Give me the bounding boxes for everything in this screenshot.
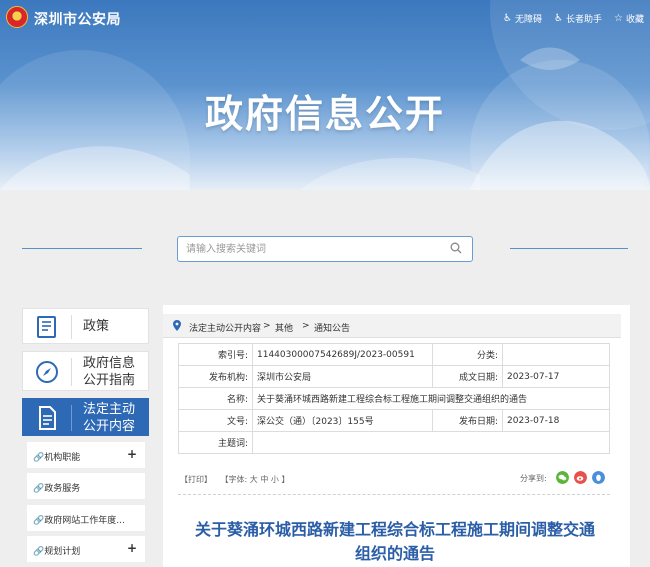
elder-assistant-link[interactable]: ♿ 长者助手 bbox=[554, 12, 602, 25]
section-divider bbox=[178, 494, 610, 495]
expand-icon[interactable]: + bbox=[127, 447, 137, 461]
subitem-label: 机构职能 bbox=[44, 453, 81, 463]
search-input[interactable] bbox=[186, 241, 436, 257]
sidebar-item-statutory-disclosure[interactable]: 法定主动 公开内容 bbox=[22, 398, 149, 436]
star-icon: ☆ bbox=[614, 13, 623, 24]
card-divider bbox=[71, 315, 72, 339]
label-line-2: 公开指南 bbox=[83, 373, 136, 388]
meta-label: 主题词: bbox=[178, 431, 253, 454]
meta-value: 关于葵涌环城西路新建工程综合标工程施工期间调整交通组织的通告 bbox=[252, 387, 610, 410]
meta-label: 成文日期: bbox=[432, 365, 503, 388]
meta-label: 发布机构: bbox=[178, 365, 253, 388]
font-size-medium-button[interactable]: 中 bbox=[260, 475, 268, 484]
article-title: 关于葵涌环城西路新建工程综合标工程施工期间调整交通 组织的通告 bbox=[172, 518, 618, 566]
font-size-large-button[interactable]: 大 bbox=[250, 475, 258, 484]
meta-label: 名称: bbox=[178, 387, 253, 410]
card-divider bbox=[71, 358, 72, 386]
label-line-2: 公开内容 bbox=[83, 419, 136, 434]
sidebar-item-disclosure-guide[interactable]: 政府信息 公开指南 bbox=[22, 351, 149, 391]
sidebar-item-label: 政策 bbox=[83, 319, 110, 334]
subitem-label: 规划计划 bbox=[44, 547, 81, 557]
book-icon bbox=[37, 316, 56, 338]
breadcrumb-item[interactable]: 通知公告 bbox=[314, 321, 350, 334]
meta-value bbox=[252, 431, 610, 454]
meta-value: 2023-07-18 bbox=[502, 409, 610, 432]
sidebar-subitem[interactable]: 🔗政务服务 bbox=[27, 473, 145, 499]
link-icon: 🔗 bbox=[33, 453, 45, 463]
print-button[interactable]: 【打印】 bbox=[180, 475, 212, 484]
site-name[interactable]: 深圳市公安局 bbox=[34, 9, 121, 29]
search-divider-right bbox=[510, 248, 628, 249]
top-bar: 深圳市公安局 ♿ 无障碍 ♿ 长者助手 ☆ 收藏 bbox=[0, 0, 650, 40]
sidebar-item-label: 政府信息 公开指南 bbox=[83, 355, 135, 389]
article-title-line-1: 关于葵涌环城西路新建工程综合标工程施工期间调整交通 bbox=[194, 520, 595, 539]
label-line-1: 法定主动 bbox=[83, 402, 136, 417]
link-icon: 🔗 bbox=[33, 547, 45, 557]
breadcrumb-separator: > bbox=[263, 321, 271, 331]
location-pin-icon bbox=[173, 320, 181, 331]
police-emblem-icon bbox=[6, 6, 28, 28]
search-box bbox=[177, 236, 473, 262]
sidebar-subitem[interactable]: 🔗机构职能 + bbox=[27, 442, 145, 468]
accessibility-link[interactable]: ♿ 无障碍 bbox=[503, 12, 542, 25]
share-label: 分享到: bbox=[520, 474, 547, 483]
expand-icon[interactable]: + bbox=[127, 541, 137, 555]
meta-value: 深圳市公安局 bbox=[252, 365, 433, 388]
accessibility-label: 无障碍 bbox=[515, 15, 543, 25]
compass-icon bbox=[36, 361, 58, 383]
font-size-small-button[interactable]: 小 bbox=[271, 475, 279, 484]
breadcrumb: 法定主动公开内容 > 其他 > 通知公告 bbox=[163, 314, 621, 338]
sidebar-item-policy[interactable]: 政策 bbox=[22, 308, 149, 344]
header-tools: ♿ 无障碍 ♿ 长者助手 ☆ 收藏 bbox=[503, 12, 644, 25]
sidebar-subitem[interactable]: 🔗政府网站工作年度... bbox=[27, 505, 145, 531]
article-title-line-2: 组织的通告 bbox=[354, 544, 435, 563]
breadcrumb-separator: > bbox=[302, 321, 310, 331]
label-line-1: 政府信息 bbox=[83, 356, 136, 371]
favorite-label: 收藏 bbox=[625, 15, 644, 25]
banner-title: 政府信息公开 bbox=[204, 92, 445, 136]
meta-value: 11440300007542689J/2023-00591 bbox=[252, 343, 433, 366]
breadcrumb-item[interactable]: 其他 bbox=[275, 321, 293, 334]
meta-value: 2023-07-17 bbox=[502, 365, 610, 388]
link-icon: 🔗 bbox=[33, 484, 45, 494]
font-size-prefix: 【字体: bbox=[220, 475, 248, 484]
meta-value bbox=[502, 343, 610, 366]
meta-label: 发布日期: bbox=[432, 409, 503, 432]
link-icon: 🔗 bbox=[33, 516, 45, 526]
subitem-label: 政务服务 bbox=[44, 484, 81, 494]
article-tools: 【打印】 【字体: 大 中 小 】 bbox=[180, 474, 289, 485]
elder-assistant-label: 长者助手 bbox=[566, 15, 603, 25]
header-banner: 深圳市公安局 ♿ 无障碍 ♿ 长者助手 ☆ 收藏 政府信息公开 bbox=[0, 0, 650, 190]
font-size-suffix: 】 bbox=[281, 475, 290, 484]
sidebar-item-label: 法定主动 公开内容 bbox=[83, 401, 135, 435]
document-icon bbox=[39, 406, 56, 430]
meta-value: 深公交（通）〔2023〕155号 bbox=[252, 409, 433, 432]
meta-label: 分类: bbox=[432, 343, 503, 366]
qq-icon[interactable] bbox=[592, 471, 605, 484]
card-divider bbox=[71, 405, 72, 431]
search-divider-left bbox=[22, 248, 142, 249]
favorite-link[interactable]: ☆ 收藏 bbox=[614, 12, 644, 25]
subitem-label: 政府网站工作年度... bbox=[44, 516, 125, 526]
accessibility-icon: ♿ bbox=[503, 13, 513, 24]
document-meta-table: 索引号: 11440300007542689J/2023-00591 分类: 发… bbox=[178, 343, 610, 454]
breadcrumb-item[interactable]: 法定主动公开内容 bbox=[189, 321, 261, 334]
elder-assistant-icon: ♿ bbox=[554, 13, 563, 24]
weibo-icon[interactable] bbox=[574, 471, 587, 484]
search-icon[interactable] bbox=[450, 242, 462, 254]
wechat-icon[interactable] bbox=[556, 471, 569, 484]
sidebar-subitem[interactable]: 🔗规划计划 + bbox=[27, 536, 145, 562]
meta-label: 文号: bbox=[178, 409, 253, 432]
meta-label: 索引号: bbox=[178, 343, 253, 366]
